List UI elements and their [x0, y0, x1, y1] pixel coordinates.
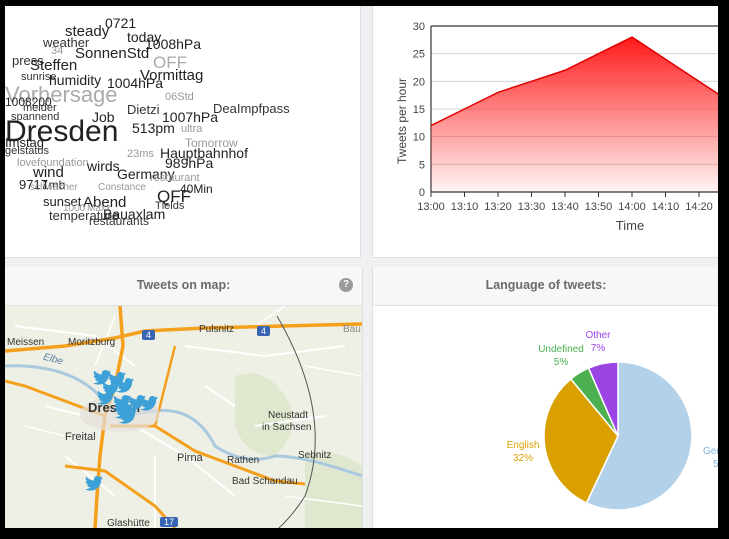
- place-meissen: Meissen: [7, 337, 45, 348]
- cloud-word: 34: [51, 45, 64, 57]
- x-tick-label: 14:20: [685, 201, 713, 213]
- y-tick-label: 30: [413, 21, 425, 33]
- map-panel-header: Tweets on map: ?: [5, 267, 362, 306]
- cloud-word: 23ms: [127, 148, 154, 160]
- pie-slice-label: Other: [585, 330, 611, 341]
- cloud-word: SonnenStd: [75, 45, 150, 62]
- tweets-per-hour-panel: 0 5 10 15 20 25 30 13:00 13:10 13:20 13:30 13:40 13…: [372, 6, 718, 258]
- y-tick-label: 10: [413, 132, 425, 144]
- pie-slice-label: German: [703, 446, 718, 457]
- cloud-word: gelstatus: [5, 145, 50, 157]
- y-axis-label: Tweets per hour: [395, 78, 409, 164]
- map-view[interactable]: 4 4 17 Meissen Moritzburg Pulsnitz Bau E…: [5, 306, 362, 528]
- x-tick-label: 13:30: [518, 201, 546, 213]
- tweet-marker-icon[interactable]: [119, 409, 137, 424]
- cloud-word: ultra: [181, 123, 203, 135]
- cloud-word: 1008hPa: [145, 36, 202, 52]
- place-neustadt-sachsen: in Sachsen: [262, 422, 312, 433]
- place-freital: Freital: [65, 431, 96, 443]
- place-pirna: Pirna: [177, 452, 203, 464]
- highway-17-shield: 17: [160, 517, 179, 527]
- highway-4-shield: 4: [257, 326, 271, 336]
- y-tick-label: 5: [419, 159, 425, 171]
- map-panel-title: Tweets on map:: [136, 278, 231, 292]
- cloud-word: Constance: [98, 182, 146, 193]
- word-cloud-panel: steady 0721 weather today 1008hPa SonnenStd pr…: [5, 6, 361, 258]
- x-tick-label: 14:00: [618, 201, 646, 213]
- place-neustadt: Neustadt: [268, 410, 309, 421]
- x-tick-label: 13:10: [451, 201, 479, 213]
- cloud-word: DeaImpfpass: [213, 101, 290, 116]
- y-tick-label: 15: [413, 104, 425, 116]
- x-tick-label: 14:10: [652, 201, 680, 213]
- help-icon[interactable]: ?: [339, 278, 353, 292]
- tweets-map-panel: Tweets on map: ? 4 4 17 Meissen Moritzbu…: [5, 267, 363, 528]
- pie-panel-header: Language of tweets:: [373, 267, 718, 306]
- pie-panel-title: Language of tweets:: [485, 278, 607, 292]
- highway-4-shield: 4: [142, 330, 156, 340]
- y-tick-label: 0: [419, 187, 425, 199]
- place-glashutte: Glashütte: [107, 518, 150, 528]
- x-tick-label: 13:20: [484, 201, 512, 213]
- cloud-word: wirds: [87, 158, 120, 174]
- pie-slice-percent: 57: [713, 459, 718, 470]
- pie-slice-label: English: [507, 440, 540, 451]
- x-axis-label: Time: [616, 218, 644, 233]
- place-bau: Bau: [343, 324, 361, 335]
- x-tick-label: 13:00: [417, 201, 445, 213]
- cloud-word: restaurants: [89, 214, 150, 228]
- cloud-word: schwacher: [30, 182, 78, 193]
- tweet-marker-icon[interactable]: [140, 396, 158, 411]
- place-pulsnitz: Pulsnitz: [199, 324, 235, 335]
- pie-slice-percent: 7%: [591, 343, 606, 354]
- cloud-word: 0721: [105, 15, 137, 31]
- tweet-marker-icon[interactable]: [116, 378, 134, 393]
- place-moritzburg: Moritzburg: [68, 337, 116, 348]
- series-area: [431, 37, 718, 192]
- cloud-word: 513pm: [132, 120, 175, 136]
- place-bad-schandau: Bad Schandau: [232, 476, 298, 487]
- pie-slice-percent: 32%: [513, 453, 533, 464]
- tweets-per-hour-chart: 0 5 10 15 20 25 30 13:00 13:10 13:20 13:30 13:40 13…: [395, 21, 718, 233]
- place-rathen: Rathen: [227, 455, 260, 466]
- pie-slice-label: Undefined: [538, 344, 584, 355]
- tweet-marker-icon[interactable]: [85, 476, 103, 491]
- cloud-word: 06Std: [165, 91, 194, 103]
- map-canvas: [5, 306, 362, 528]
- x-tick-label: 13:40: [551, 201, 579, 213]
- y-tick-label: 20: [413, 76, 425, 88]
- y-tick-label: 25: [413, 49, 425, 61]
- cloud-word: Dietzi: [127, 102, 160, 117]
- dashboard: steady 0721 weather today 1008hPa SonnenStd pr…: [5, 6, 718, 528]
- language-panel: Language of tweets: German 57 English 32% Un…: [372, 267, 718, 528]
- language-pie-chart: German 57 English 32% Undefined 5% Other 7%: [507, 330, 718, 511]
- pie-slice-percent: 5%: [554, 357, 569, 368]
- place-sebnitz: Sebnitz: [298, 450, 332, 461]
- x-tick-label: 13:50: [585, 201, 613, 213]
